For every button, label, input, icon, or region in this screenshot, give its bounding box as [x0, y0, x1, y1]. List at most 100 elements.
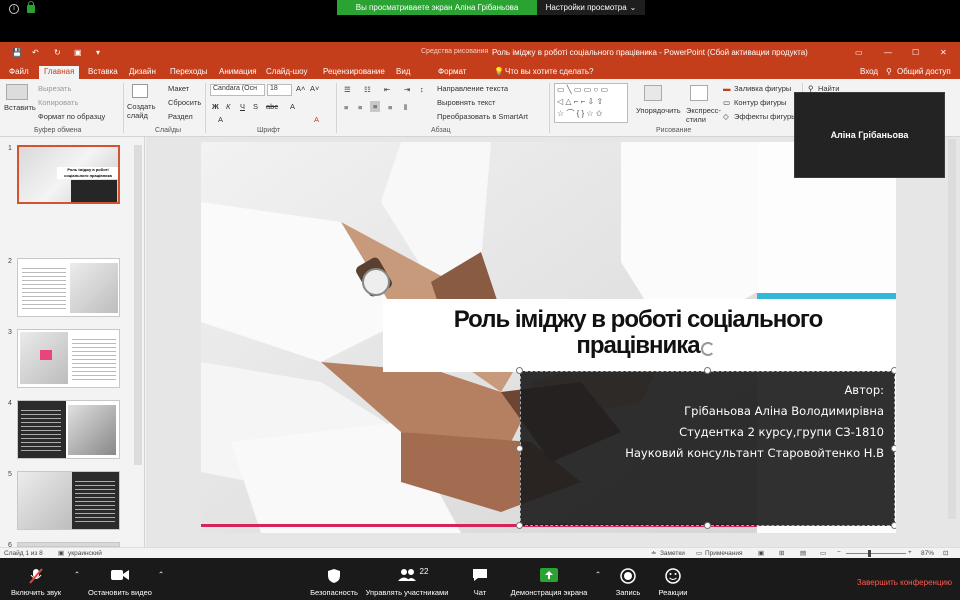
video-camera-icon[interactable] — [111, 568, 129, 584]
text-highlight-icon[interactable]: A — [218, 115, 223, 124]
shadow-button[interactable]: S — [253, 102, 258, 111]
paste-icon[interactable] — [6, 84, 28, 100]
security-button[interactable]: Безопасность — [310, 588, 358, 597]
resize-handle[interactable] — [891, 522, 896, 529]
bullets-icon[interactable]: ☰ — [344, 85, 351, 94]
strikethrough-button[interactable]: abc — [266, 102, 278, 111]
minimize-icon[interactable]: — — [884, 48, 892, 57]
save-icon[interactable]: 💾 — [12, 48, 22, 57]
video-options-icon[interactable]: ⌃ — [158, 570, 164, 579]
language-label[interactable]: украинский — [68, 550, 102, 557]
resize-handle[interactable] — [891, 367, 896, 374]
new-slide-icon[interactable] — [132, 84, 148, 98]
arrange-icon[interactable] — [644, 85, 662, 101]
tab-home[interactable]: Главная — [39, 66, 80, 79]
audio-options-icon[interactable]: ⌃ — [74, 570, 80, 579]
manage-participants-button[interactable]: Управлять участниками — [366, 588, 449, 597]
resize-handle[interactable] — [891, 445, 896, 452]
tab-design[interactable]: Дизайн — [129, 67, 156, 76]
shape-fill-button[interactable]: Заливка фигуры — [734, 84, 791, 93]
redo-icon[interactable]: ↻ — [54, 48, 61, 57]
outdent-icon[interactable]: ⇥ — [404, 85, 410, 94]
view-options-button[interactable]: Настройки просмотра ⌄ — [537, 0, 645, 15]
align-text-button[interactable]: Выровнять текст — [437, 98, 495, 107]
text-direction-button[interactable]: Направление текста — [437, 84, 508, 93]
share-screen-button[interactable]: Демонстрация экрана — [511, 588, 588, 597]
normal-view-icon[interactable]: ▣ — [758, 549, 764, 557]
shape-outline-button[interactable]: Контур фигуры — [734, 98, 786, 107]
align-center-icon[interactable]: ≡ — [358, 103, 362, 112]
tell-me-input[interactable]: Что вы хотите сделать? — [505, 67, 593, 76]
record-button[interactable]: Запись — [616, 588, 641, 597]
end-meeting-button[interactable]: Завершить конференцию — [857, 578, 952, 587]
zoom-slider-thumb[interactable] — [868, 550, 871, 557]
zoom-slider[interactable] — [846, 553, 906, 554]
line-spacing-icon[interactable]: ↕ — [420, 85, 424, 94]
slide-thumbnail-1[interactable]: Роль іміджу в роботі соціального працівн… — [17, 145, 120, 204]
fit-slide-icon[interactable]: ⊡ — [943, 549, 948, 557]
unmute-button[interactable]: Включить звук — [11, 588, 61, 597]
share-options-icon[interactable]: ⌃ — [595, 570, 601, 579]
columns-icon[interactable]: ⫴ — [404, 103, 407, 113]
participant-video-tile[interactable]: Аліна Грібаньова — [794, 92, 945, 178]
cut-button[interactable]: Вырезать — [38, 84, 71, 93]
shield-icon[interactable] — [327, 568, 341, 586]
font-name-select[interactable]: Candara (Осн — [210, 84, 265, 96]
author-textbox[interactable]: Автор: Грібаньова Аліна Володимирівна Ст… — [520, 371, 895, 526]
lock-icon[interactable] — [27, 1, 35, 13]
reactions-icon[interactable] — [665, 568, 681, 586]
numbering-icon[interactable]: ☷ — [364, 85, 371, 94]
slide-sorter-icon[interactable]: ⊞ — [779, 549, 784, 557]
tab-insert[interactable]: Вставка — [88, 67, 118, 76]
slide-thumbnail-3[interactable] — [17, 329, 120, 388]
undo-icon[interactable]: ↶ — [32, 48, 39, 57]
spellcheck-icon[interactable]: ▣ — [58, 549, 64, 557]
layout-button[interactable]: Макет — [168, 84, 189, 93]
quick-styles-button[interactable]: Экспресс-стили — [686, 106, 721, 124]
align-left-icon[interactable]: ≡ — [344, 103, 348, 112]
arrange-button[interactable]: Упорядочить — [636, 106, 681, 115]
grow-font-icon[interactable]: A˄ — [296, 84, 305, 93]
shrink-font-icon[interactable]: A˅ — [310, 84, 319, 93]
bold-button[interactable]: Ж — [212, 102, 219, 111]
align-right-icon[interactable]: ≡ — [370, 101, 381, 112]
font-color-dropdown-icon[interactable]: A — [314, 115, 319, 124]
participants-icon[interactable] — [397, 568, 417, 584]
tab-review[interactable]: Рецензирование — [323, 67, 385, 76]
share-button[interactable]: Общий доступ — [897, 67, 951, 76]
shapes-gallery[interactable]: ▭ ╲ ▭ ▭ ○ ▭ ◁ △ ⌐ ⌐ ⇩ ⇧ ☆ ⌒ { } ☆ ✩ — [554, 83, 628, 123]
resize-handle[interactable] — [704, 367, 711, 374]
convert-smartart-button[interactable]: Преобразовать в SmartArt — [437, 112, 528, 121]
font-color-icon[interactable]: A — [290, 102, 295, 111]
reset-button[interactable]: Сбросить — [168, 98, 201, 107]
microphone-muted-icon[interactable] — [29, 568, 43, 586]
tab-file[interactable]: Файл — [9, 67, 29, 76]
slide-thumbnail-5[interactable] — [17, 471, 120, 530]
resize-handle[interactable] — [516, 445, 523, 452]
notes-button[interactable]: Заметки — [660, 550, 685, 557]
indent-icon[interactable]: ⇤ — [384, 85, 390, 94]
quick-styles-icon[interactable] — [690, 85, 708, 101]
chat-button[interactable]: Чат — [474, 588, 486, 597]
copy-button[interactable]: Копировать — [38, 98, 78, 107]
zoom-out-icon[interactable]: − — [837, 549, 841, 556]
tab-animation[interactable]: Анимация — [219, 67, 257, 76]
paste-button[interactable]: Вставить — [4, 103, 36, 112]
slideshow-view-icon[interactable]: ▭ — [820, 549, 826, 557]
thumbnails-scrollbar[interactable] — [134, 145, 142, 465]
editor-scrollbar[interactable] — [948, 139, 956, 519]
record-icon[interactable] — [620, 568, 636, 586]
login-link[interactable]: Вход — [860, 67, 878, 76]
resize-handle[interactable] — [516, 367, 523, 374]
slide-thumbnail-2[interactable] — [17, 258, 120, 317]
tab-slideshow[interactable]: Слайд-шоу — [266, 67, 307, 76]
stop-video-button[interactable]: Остановить видео — [88, 588, 152, 597]
tab-view[interactable]: Вид — [396, 67, 410, 76]
font-size-select[interactable]: 18 — [267, 84, 292, 96]
chat-icon[interactable] — [472, 568, 488, 584]
underline-button[interactable]: Ч — [240, 102, 245, 111]
reactions-button[interactable]: Реакции — [659, 588, 688, 597]
comments-button[interactable]: Примечания — [705, 550, 743, 557]
zoom-in-icon[interactable]: + — [908, 549, 912, 556]
tab-format[interactable]: Формат — [438, 67, 466, 76]
